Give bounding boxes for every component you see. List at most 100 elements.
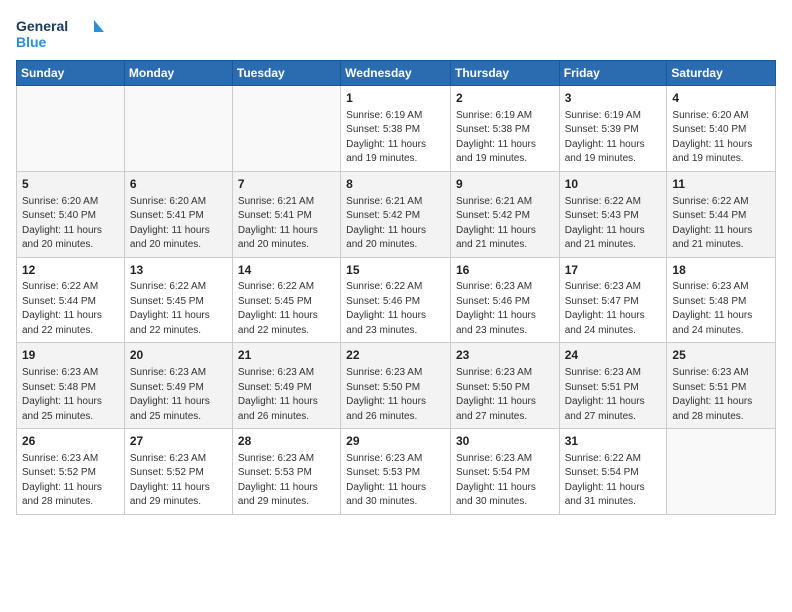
day-info: Sunrise: 6:20 AM Sunset: 5:41 PM Dayligh… (130, 195, 227, 253)
calendar-cell: 8Sunrise: 6:21 AM Sunset: 5:42 PM Daylig… (341, 171, 451, 257)
day-info: Sunrise: 6:22 AM Sunset: 5:45 PM Dayligh… (238, 280, 335, 338)
day-info: Sunrise: 6:22 AM Sunset: 5:44 PM Dayligh… (22, 280, 119, 338)
calendar-cell: 13Sunrise: 6:22 AM Sunset: 5:45 PM Dayli… (124, 257, 232, 343)
day-number: 18 (672, 262, 770, 279)
day-info: Sunrise: 6:22 AM Sunset: 5:43 PM Dayligh… (565, 195, 662, 253)
day-info: Sunrise: 6:23 AM Sunset: 5:50 PM Dayligh… (346, 366, 445, 424)
day-info: Sunrise: 6:20 AM Sunset: 5:40 PM Dayligh… (22, 195, 119, 253)
day-number: 1 (346, 90, 445, 107)
calendar-cell: 25 Sunrise: 6:23 AM Sunset: 5:51 PM Dayli… (667, 343, 776, 429)
column-header-sunday: Sunday (17, 61, 125, 86)
calendar-cell: 7Sunrise: 6:21 AM Sunset: 5:41 PM Daylig… (232, 171, 340, 257)
day-number: 8 (346, 176, 445, 193)
day-info: Sunrise: 6:23 AM Sunset: 5:49 PM Dayligh… (130, 366, 227, 424)
day-number: 24 (565, 347, 662, 364)
calendar-cell: 28 Sunrise: 6:23 AM Sunset: 5:53 PM Dayli… (232, 429, 340, 515)
calendar-week-row: 1 Sunrise: 6:19 AM Sunset: 5:38 PM Daylig… (17, 86, 776, 172)
day-info: Sunrise: 6:20 AM Sunset: 5:40 PM Dayligh… (672, 109, 770, 167)
day-info: Sunrise: 6:23 AM Sunset: 5:47 PM Dayligh… (565, 280, 662, 338)
day-info: Sunrise: 6:23 AM Sunset: 5:52 PM Dayligh… (130, 452, 227, 510)
day-number: 19 (22, 347, 119, 364)
calendar-cell: 4Sunrise: 6:20 AM Sunset: 5:40 PM Daylig… (667, 86, 776, 172)
svg-text:Blue: Blue (16, 34, 47, 50)
svg-text:General: General (16, 18, 68, 34)
day-number: 28 (238, 433, 335, 450)
column-header-friday: Friday (559, 61, 667, 86)
day-info: Sunrise: 6:23 AM Sunset: 5:53 PM Dayligh… (238, 452, 335, 510)
day-number: 5 (22, 176, 119, 193)
calendar-cell: 12Sunrise: 6:22 AM Sunset: 5:44 PM Dayli… (17, 257, 125, 343)
calendar-cell: 11Sunrise: 6:22 AM Sunset: 5:44 PM Dayli… (667, 171, 776, 257)
calendar-table: SundayMondayTuesdayWednesdayThursdayFrid… (16, 60, 776, 515)
day-number: 11 (672, 176, 770, 193)
logo-graphic: General Blue (16, 14, 106, 54)
calendar-cell: 23 Sunrise: 6:23 AM Sunset: 5:50 PM Dayli… (450, 343, 559, 429)
day-number: 17 (565, 262, 662, 279)
day-number: 16 (456, 262, 554, 279)
calendar-cell: 31Sunrise: 6:22 AM Sunset: 5:54 PM Dayli… (559, 429, 667, 515)
day-number: 14 (238, 262, 335, 279)
calendar-week-row: 12Sunrise: 6:22 AM Sunset: 5:44 PM Dayli… (17, 257, 776, 343)
header: General Blue (16, 10, 776, 54)
day-number: 30 (456, 433, 554, 450)
calendar-cell: 5 Sunrise: 6:20 AM Sunset: 5:40 PM Daylig… (17, 171, 125, 257)
calendar-cell (232, 86, 340, 172)
calendar-cell: 9Sunrise: 6:21 AM Sunset: 5:42 PM Daylig… (450, 171, 559, 257)
logo: General Blue (16, 14, 106, 54)
day-number: 23 (456, 347, 554, 364)
day-info: Sunrise: 6:23 AM Sunset: 5:49 PM Dayligh… (238, 366, 335, 424)
day-info: Sunrise: 6:23 AM Sunset: 5:51 PM Dayligh… (672, 366, 770, 424)
calendar-cell: 3Sunrise: 6:19 AM Sunset: 5:39 PM Daylig… (559, 86, 667, 172)
day-number: 6 (130, 176, 227, 193)
calendar-cell: 24 Sunrise: 6:23 AM Sunset: 5:51 PM Dayli… (559, 343, 667, 429)
day-number: 26 (22, 433, 119, 450)
day-info: Sunrise: 6:23 AM Sunset: 5:48 PM Dayligh… (22, 366, 119, 424)
day-number: 21 (238, 347, 335, 364)
calendar-cell: 22 Sunrise: 6:23 AM Sunset: 5:50 PM Dayli… (341, 343, 451, 429)
calendar-cell: 16Sunrise: 6:23 AM Sunset: 5:46 PM Dayli… (450, 257, 559, 343)
calendar-week-row: 5 Sunrise: 6:20 AM Sunset: 5:40 PM Daylig… (17, 171, 776, 257)
column-header-monday: Monday (124, 61, 232, 86)
day-number: 25 (672, 347, 770, 364)
calendar-cell: 26 Sunrise: 6:23 AM Sunset: 5:52 PM Dayli… (17, 429, 125, 515)
day-number: 13 (130, 262, 227, 279)
day-info: Sunrise: 6:23 AM Sunset: 5:52 PM Dayligh… (22, 452, 119, 510)
calendar-cell: 27 Sunrise: 6:23 AM Sunset: 5:52 PM Dayli… (124, 429, 232, 515)
day-number: 12 (22, 262, 119, 279)
calendar-cell: 10 Sunrise: 6:22 AM Sunset: 5:43 PM Dayli… (559, 171, 667, 257)
day-info: Sunrise: 6:23 AM Sunset: 5:46 PM Dayligh… (456, 280, 554, 338)
day-number: 2 (456, 90, 554, 107)
calendar-cell: 20 Sunrise: 6:23 AM Sunset: 5:49 PM Dayli… (124, 343, 232, 429)
day-number: 10 (565, 176, 662, 193)
calendar-cell: 15Sunrise: 6:22 AM Sunset: 5:46 PM Dayli… (341, 257, 451, 343)
calendar-week-row: 19 Sunrise: 6:23 AM Sunset: 5:48 PM Dayli… (17, 343, 776, 429)
day-number: 22 (346, 347, 445, 364)
calendar-cell: 19 Sunrise: 6:23 AM Sunset: 5:48 PM Dayli… (17, 343, 125, 429)
calendar-cell: 14Sunrise: 6:22 AM Sunset: 5:45 PM Dayli… (232, 257, 340, 343)
calendar-cell: 1 Sunrise: 6:19 AM Sunset: 5:38 PM Daylig… (341, 86, 451, 172)
day-info: Sunrise: 6:22 AM Sunset: 5:46 PM Dayligh… (346, 280, 445, 338)
column-header-wednesday: Wednesday (341, 61, 451, 86)
day-info: Sunrise: 6:19 AM Sunset: 5:39 PM Dayligh… (565, 109, 662, 167)
day-info: Sunrise: 6:19 AM Sunset: 5:38 PM Dayligh… (456, 109, 554, 167)
column-header-saturday: Saturday (667, 61, 776, 86)
calendar-cell: 21 Sunrise: 6:23 AM Sunset: 5:49 PM Dayli… (232, 343, 340, 429)
day-info: Sunrise: 6:23 AM Sunset: 5:50 PM Dayligh… (456, 366, 554, 424)
calendar-cell: 30Sunrise: 6:23 AM Sunset: 5:54 PM Dayli… (450, 429, 559, 515)
calendar-cell (124, 86, 232, 172)
day-info: Sunrise: 6:22 AM Sunset: 5:54 PM Dayligh… (565, 452, 662, 510)
calendar-cell: 2 Sunrise: 6:19 AM Sunset: 5:38 PM Daylig… (450, 86, 559, 172)
day-info: Sunrise: 6:19 AM Sunset: 5:38 PM Dayligh… (346, 109, 445, 167)
calendar-cell (17, 86, 125, 172)
day-number: 27 (130, 433, 227, 450)
day-number: 20 (130, 347, 227, 364)
day-info: Sunrise: 6:21 AM Sunset: 5:41 PM Dayligh… (238, 195, 335, 253)
day-number: 9 (456, 176, 554, 193)
day-number: 29 (346, 433, 445, 450)
day-number: 15 (346, 262, 445, 279)
calendar-cell: 17Sunrise: 6:23 AM Sunset: 5:47 PM Dayli… (559, 257, 667, 343)
calendar-cell: 6 Sunrise: 6:20 AM Sunset: 5:41 PM Daylig… (124, 171, 232, 257)
day-info: Sunrise: 6:23 AM Sunset: 5:48 PM Dayligh… (672, 280, 770, 338)
day-info: Sunrise: 6:23 AM Sunset: 5:53 PM Dayligh… (346, 452, 445, 510)
day-info: Sunrise: 6:23 AM Sunset: 5:51 PM Dayligh… (565, 366, 662, 424)
